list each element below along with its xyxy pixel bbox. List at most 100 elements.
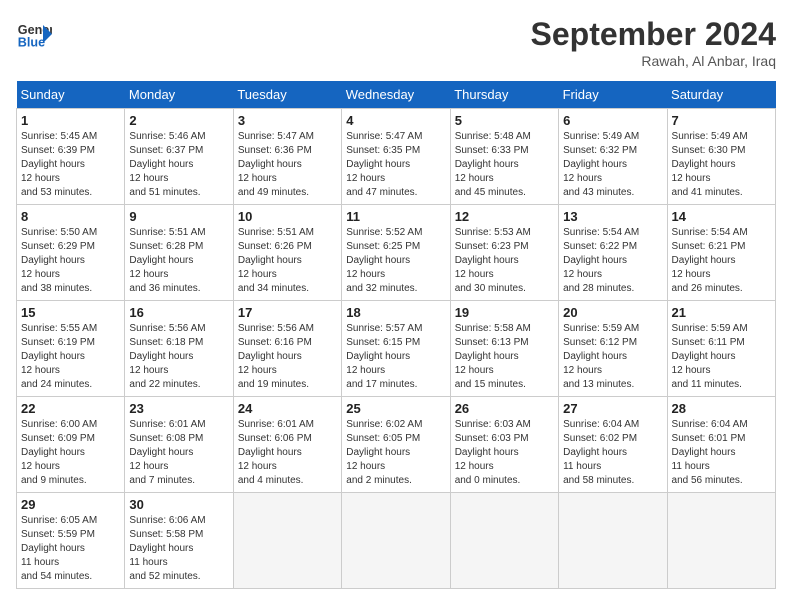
calendar-day-cell: 6 Sunrise: 5:49 AMSunset: 6:32 PMDaylight… [559,109,667,205]
day-info: Sunrise: 5:56 AMSunset: 6:18 PMDaylight … [129,322,228,392]
day-info: Sunrise: 5:56 AMSunset: 6:16 PMDaylight … [238,322,337,392]
calendar-day-cell: 4 Sunrise: 5:47 AMSunset: 6:35 PMDaylight… [342,109,450,205]
day-number: 28 [672,401,771,416]
day-info: Sunrise: 5:49 AMSunset: 6:32 PMDaylight … [563,130,662,200]
calendar-day-cell: 17 Sunrise: 5:56 AMSunset: 6:16 PMDayligh… [233,301,341,397]
calendar-day-cell: 19Sunrise: 5:58 AMSunset: 6:13 PMDayligh… [450,301,558,397]
day-number: 20 [563,305,662,320]
calendar-day-cell: 12 Sunrise: 5:53 AMSunset: 6:23 PMDayligh… [450,205,558,301]
calendar-day-cell: 28 Sunrise: 6:04 AMSunset: 6:01 PMDayligh… [667,397,775,493]
calendar-day-cell: 25 Sunrise: 6:02 AMSunset: 6:05 PMDayligh… [342,397,450,493]
calendar-week-row: 22Sunrise: 6:00 AMSunset: 6:09 PMDayligh… [17,397,776,493]
day-number: 13 [563,209,662,224]
day-number: 16 [129,305,228,320]
weekday-header: Wednesday [342,81,450,109]
calendar-day-cell: 18 Sunrise: 5:57 AMSunset: 6:15 PMDayligh… [342,301,450,397]
calendar-day-cell: 2 Sunrise: 5:46 AMSunset: 6:37 PMDaylight… [125,109,233,205]
day-number: 23 [129,401,228,416]
calendar-day-cell: 1Sunrise: 5:45 AMSunset: 6:39 PMDaylight… [17,109,125,205]
calendar-day-cell: 30Sunrise: 6:06 AMSunset: 5:58 PMDayligh… [125,493,233,589]
day-info: Sunrise: 6:02 AMSunset: 6:05 PMDaylight … [346,418,445,488]
calendar-day-cell [450,493,558,589]
day-number: 15 [21,305,120,320]
calendar-day-cell: 10 Sunrise: 5:51 AMSunset: 6:26 PMDayligh… [233,205,341,301]
day-number: 14 [672,209,771,224]
day-info: Sunrise: 6:06 AMSunset: 5:58 PMDaylight … [129,514,228,584]
calendar-day-cell: 23Sunrise: 6:01 AMSunset: 6:08 PMDayligh… [125,397,233,493]
day-info: Sunrise: 5:53 AMSunset: 6:23 PMDaylight … [455,226,554,296]
day-number: 12 [455,209,554,224]
day-number: 5 [455,113,554,128]
day-info: Sunrise: 5:47 AMSunset: 6:35 PMDaylight … [346,130,445,200]
day-number: 19 [455,305,554,320]
day-number: 29 [21,497,120,512]
day-number: 7 [672,113,771,128]
day-number: 18 [346,305,445,320]
calendar-day-cell: 8 Sunrise: 5:50 AMSunset: 6:29 PMDaylight… [17,205,125,301]
weekday-header: Saturday [667,81,775,109]
day-info: Sunrise: 6:01 AMSunset: 6:06 PMDaylight … [238,418,337,488]
day-number: 17 [238,305,337,320]
calendar-day-cell: 14 Sunrise: 5:54 AMSunset: 6:21 PMDayligh… [667,205,775,301]
calendar-day-cell [342,493,450,589]
calendar-week-row: 29 Sunrise: 6:05 AMSunset: 5:59 PMDayligh… [17,493,776,589]
day-number: 1 [21,113,120,128]
day-info: Sunrise: 5:54 AMSunset: 6:21 PMDaylight … [672,226,771,296]
day-info: Sunrise: 6:00 AMSunset: 6:09 PMDaylight … [21,418,120,488]
calendar-week-row: 15 Sunrise: 5:55 AMSunset: 6:19 PMDayligh… [17,301,776,397]
calendar-day-cell: 3Sunrise: 5:47 AMSunset: 6:36 PMDaylight… [233,109,341,205]
day-number: 8 [21,209,120,224]
day-info: Sunrise: 5:51 AMSunset: 6:28 PMDaylight … [129,226,228,296]
calendar-day-cell: 13Sunrise: 5:54 AMSunset: 6:22 PMDayligh… [559,205,667,301]
day-info: Sunrise: 5:49 AMSunset: 6:30 PMDaylight … [672,130,771,200]
day-info: Sunrise: 6:04 AMSunset: 6:01 PMDaylight … [672,418,771,488]
day-info: Sunrise: 5:50 AMSunset: 6:29 PMDaylight … [21,226,120,296]
day-number: 25 [346,401,445,416]
calendar-day-cell: 20 Sunrise: 5:59 AMSunset: 6:12 PMDayligh… [559,301,667,397]
calendar-day-cell: 27Sunrise: 6:04 AMSunset: 6:02 PMDayligh… [559,397,667,493]
title-section: September 2024 Rawah, Al Anbar, Iraq [531,16,776,69]
day-info: Sunrise: 5:48 AMSunset: 6:33 PMDaylight … [455,130,554,200]
day-info: Sunrise: 5:57 AMSunset: 6:15 PMDaylight … [346,322,445,392]
weekday-header: Friday [559,81,667,109]
day-info: Sunrise: 6:05 AMSunset: 5:59 PMDaylight … [21,514,120,584]
location: Rawah, Al Anbar, Iraq [531,53,776,69]
calendar-day-cell [559,493,667,589]
day-number: 4 [346,113,445,128]
calendar-day-cell: 16 Sunrise: 5:56 AMSunset: 6:18 PMDayligh… [125,301,233,397]
day-info: Sunrise: 5:52 AMSunset: 6:25 PMDaylight … [346,226,445,296]
day-number: 9 [129,209,228,224]
calendar-week-row: 1Sunrise: 5:45 AMSunset: 6:39 PMDaylight… [17,109,776,205]
day-info: Sunrise: 5:46 AMSunset: 6:37 PMDaylight … [129,130,228,200]
svg-text:Blue: Blue [18,36,45,50]
weekday-header-row: SundayMondayTuesdayWednesdayThursdayFrid… [17,81,776,109]
calendar-day-cell: 22Sunrise: 6:00 AMSunset: 6:09 PMDayligh… [17,397,125,493]
weekday-header: Sunday [17,81,125,109]
day-info: Sunrise: 6:03 AMSunset: 6:03 PMDaylight … [455,418,554,488]
calendar-day-cell: 7 Sunrise: 5:49 AMSunset: 6:30 PMDaylight… [667,109,775,205]
calendar-week-row: 8 Sunrise: 5:50 AMSunset: 6:29 PMDaylight… [17,205,776,301]
day-number: 6 [563,113,662,128]
day-info: Sunrise: 5:59 AMSunset: 6:12 PMDaylight … [563,322,662,392]
calendar-day-cell: 11 Sunrise: 5:52 AMSunset: 6:25 PMDayligh… [342,205,450,301]
page-header: General Blue September 2024 Rawah, Al An… [16,16,776,69]
day-number: 24 [238,401,337,416]
logo: General Blue [16,16,52,52]
day-number: 3 [238,113,337,128]
day-info: Sunrise: 5:51 AMSunset: 6:26 PMDaylight … [238,226,337,296]
weekday-header: Thursday [450,81,558,109]
calendar-day-cell: 9 Sunrise: 5:51 AMSunset: 6:28 PMDaylight… [125,205,233,301]
weekday-header: Tuesday [233,81,341,109]
calendar-day-cell: 24 Sunrise: 6:01 AMSunset: 6:06 PMDayligh… [233,397,341,493]
day-number: 10 [238,209,337,224]
day-number: 2 [129,113,228,128]
calendar-day-cell [667,493,775,589]
day-number: 21 [672,305,771,320]
logo-icon: General Blue [16,16,52,52]
calendar-day-cell [233,493,341,589]
calendar-day-cell: 29 Sunrise: 6:05 AMSunset: 5:59 PMDayligh… [17,493,125,589]
calendar-day-cell: 5 Sunrise: 5:48 AMSunset: 6:33 PMDaylight… [450,109,558,205]
day-number: 11 [346,209,445,224]
day-info: Sunrise: 5:55 AMSunset: 6:19 PMDaylight … [21,322,120,392]
calendar-day-cell: 26Sunrise: 6:03 AMSunset: 6:03 PMDayligh… [450,397,558,493]
